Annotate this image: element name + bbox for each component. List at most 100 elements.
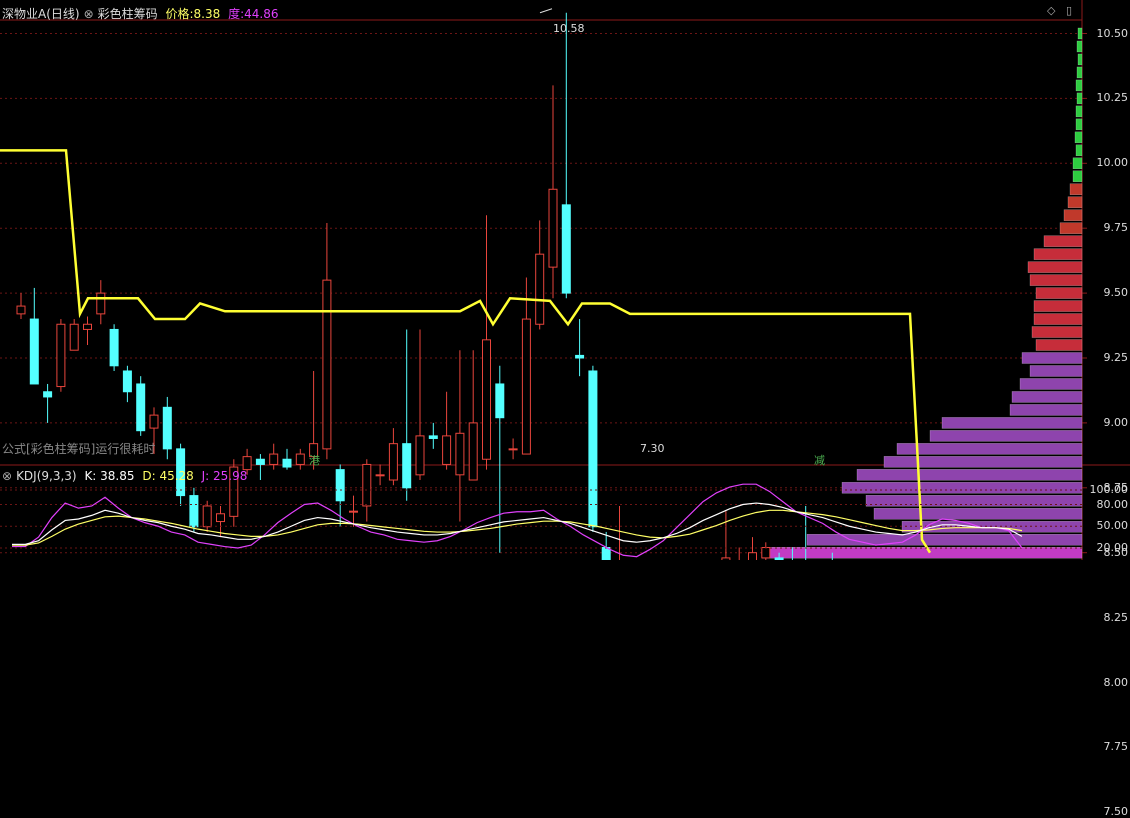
candle-body [588,370,598,528]
chip-bar [873,508,1083,520]
candle-body [282,458,292,468]
price-tick-label: 8.00 [1103,675,1129,689]
price-tick-label: 10.25 [1096,91,1129,105]
chip-bar [929,430,1083,442]
candle-body [56,323,66,388]
kdj-k-value: K: 38.85 [84,469,135,483]
chart-header: 深物业A(日线) ⊗ 彩色柱筹码 价格:8.38 度:44.86 [2,5,282,22]
chip-bar [1063,209,1083,221]
price-tick-label: 7.50 [1103,805,1129,818]
chip-bar [1033,248,1083,260]
chip-bar [1075,144,1083,157]
candle-body [375,474,385,477]
candle-body [269,453,279,465]
candle-body [482,339,491,460]
kdj-tick-label: 50.00 [1096,519,1129,533]
chip-bar [1009,404,1083,416]
candle-body [362,463,372,507]
candle-body [122,370,132,393]
chip-bar [896,443,1083,455]
candle-body [96,292,106,315]
chip-bar [856,469,1083,481]
chip-bar [1043,235,1083,247]
chip-bar [1031,326,1083,338]
chip-bar [1035,287,1083,299]
candle-body [189,495,199,528]
chip-bar [841,482,1083,494]
candle-body [149,414,159,429]
chip-bar [1074,131,1083,144]
candle-body [388,443,398,481]
diamond-icon[interactable]: ◇ [1047,4,1055,17]
indicator-name[interactable]: 彩色柱筹码 [98,7,158,21]
price-label: 价格: [165,7,194,21]
high-price-label: 10.58 [553,22,585,35]
candle-body [335,469,345,502]
chip-bar [1027,261,1083,273]
chip-bar [1072,170,1083,182]
candle-body [748,552,757,560]
price-tick-label: 9.50 [1103,286,1129,300]
candle-body [16,305,26,315]
formula-note: 公式[彩色柱筹码]运行很耗时 [2,442,156,456]
marker-jian[interactable]: 减 [814,452,825,468]
kdj-tick-label: 80.00 [1096,497,1129,511]
chip-bar [1076,92,1083,105]
candle-body [561,204,571,294]
chip-bar [1069,183,1083,195]
candle-body [442,435,452,465]
candle-body [548,188,558,268]
marker-gang[interactable]: 港 [309,452,320,468]
chip-bar [1033,313,1083,325]
chip-bar [1011,391,1083,403]
candle-body [216,513,225,523]
price-tick-label: 9.75 [1103,221,1129,235]
low-price-label: 7.30 [640,442,665,455]
chip-bar [1033,300,1083,312]
candle-body [242,456,252,471]
price-tick-label: 10.50 [1096,26,1129,40]
candle-body [575,354,585,359]
candle-body [255,458,265,465]
candle-body [136,383,146,432]
candle-body [535,253,545,325]
candle-body [495,383,505,419]
candle-body [761,547,771,559]
candle-body [468,422,478,481]
chip-bar [1019,378,1083,390]
chip-bar [1029,274,1083,286]
candle-body [428,435,438,439]
chip-bar [1076,40,1083,53]
chip-bar [1077,53,1083,66]
chip-bar [1021,352,1083,364]
stock-name: 深物业A(日线) [2,7,80,21]
candle-body [508,448,518,451]
candle-body [402,443,412,489]
chip-bar [1076,66,1083,79]
candle-body [415,435,425,476]
candle-body [83,323,92,330]
chip-bar [941,417,1083,429]
kdj-header: ⊗ KDJ(9,3,3) K: 38.85 D: 45.28 J: 25.98 [2,469,251,483]
price-tick-label: 9.00 [1103,415,1129,429]
panel-toggle-icon[interactable]: ▯ [1066,4,1072,17]
chip-bar [1059,222,1083,234]
candle-body [295,453,305,465]
degree-label: 度: [228,7,245,21]
chip-bar [1077,27,1083,40]
candle-body [202,505,212,528]
chip-bar [1029,365,1083,377]
kdj-settings-icon[interactable]: ⊗ [2,469,12,483]
chip-bar [1075,79,1083,92]
settings-icon[interactable]: ⊗ [84,7,94,21]
price-tick-label: 8.25 [1103,610,1129,624]
high-arrow [539,8,553,14]
candle-body [322,279,332,450]
degree-value: 44.86 [244,7,279,21]
candle-body [43,391,53,398]
kdj-name[interactable]: KDJ(9,3,3) [16,469,77,483]
candle-body [109,328,119,367]
price-tick-label: 9.25 [1103,351,1129,364]
candle-body [521,318,531,455]
candle-body [455,432,465,476]
